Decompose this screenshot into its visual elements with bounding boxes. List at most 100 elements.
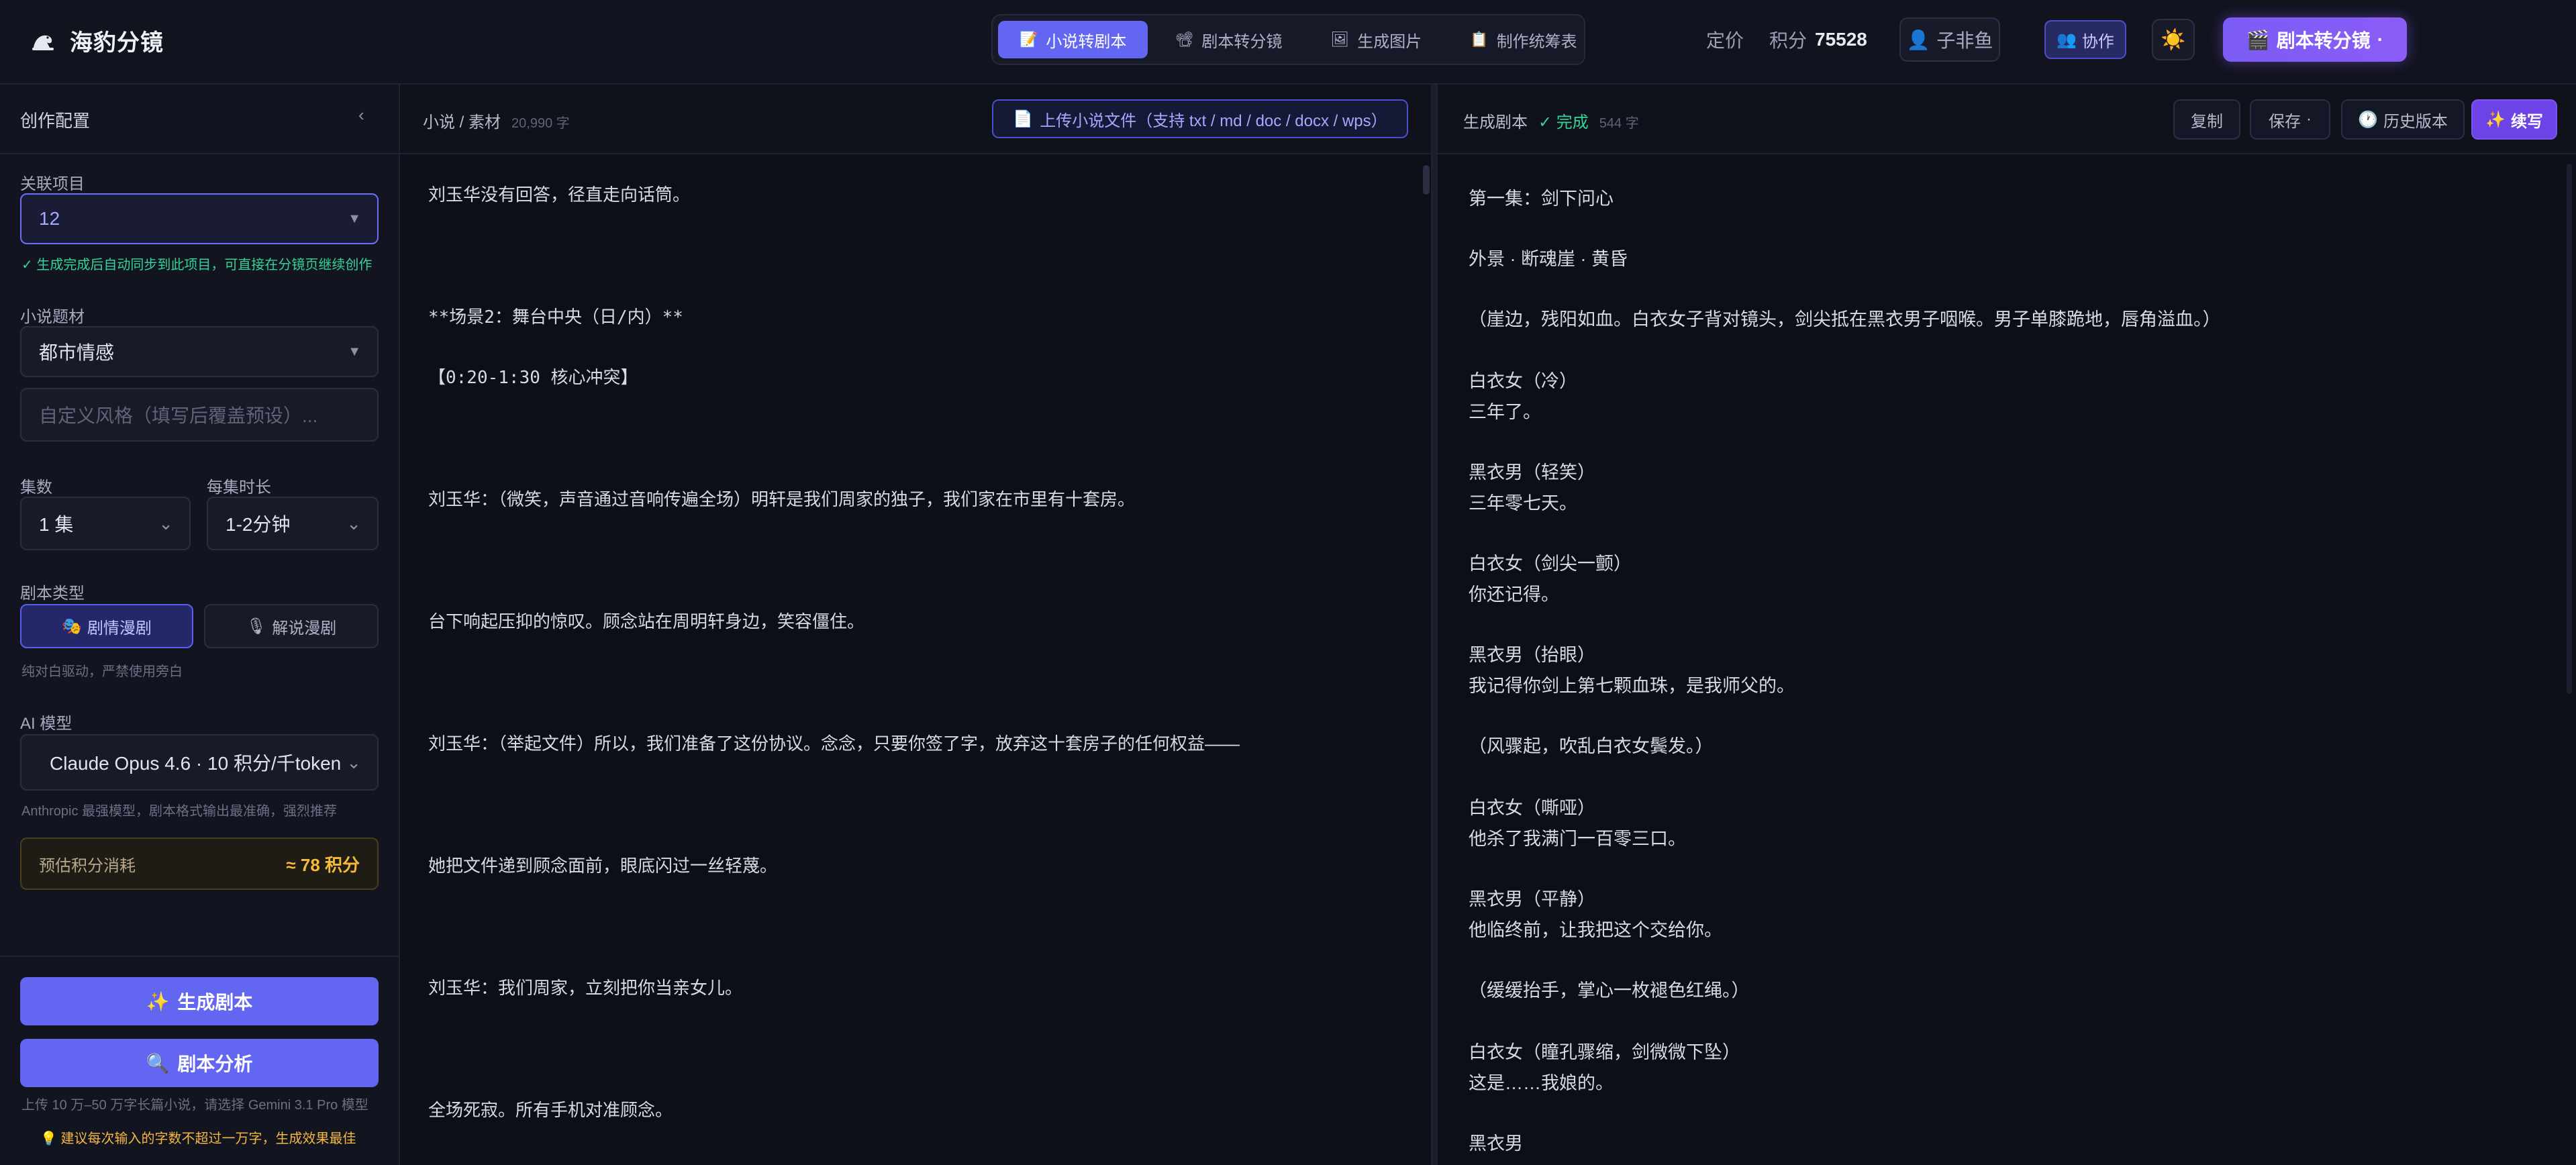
history-label: 历史版本 (2383, 112, 2448, 131)
tab-label: 制作统筹表 (1496, 32, 1577, 51)
collaborate-button[interactable]: 👥 协作 (2044, 20, 2126, 59)
source-line: 全场死寂。所有手机对准顾念。 (428, 1100, 673, 1120)
continue-writing-button[interactable]: ✨ 续写 (2471, 99, 2557, 140)
dropdown-dot-icon: · (2377, 29, 2384, 50)
script-line: 白衣女（剑尖一颤） (1469, 554, 1632, 574)
tab-script-to-storyboard[interactable]: 📽 剧本转分镜 (1153, 21, 1303, 58)
script-analysis-label: 剧本分析 (177, 1054, 253, 1074)
dropdown-dot-icon: · (2306, 110, 2312, 128)
project-select[interactable]: 12 ▼ (20, 193, 379, 244)
user-menu-button[interactable]: 👤 子非鱼 (1899, 17, 2000, 62)
script-to-storyboard-button[interactable]: 🎬 剧本转分镜 · (2223, 17, 2407, 62)
script-line: 我记得你剑上第七颗血珠，是我师父的。 (1469, 676, 1795, 696)
copy-label: 复制 (2191, 112, 2223, 131)
collapse-sidebar-icon[interactable]: ‹ (358, 105, 364, 125)
source-line: 刘玉华：（微笑，声音通过音响传遍全场）明轩是我们周家的独子，我们家在市里有十套房… (428, 489, 1136, 509)
chevron-down-icon: ⌄ (346, 513, 361, 534)
script-line: 你还记得。 (1469, 585, 1559, 605)
points-label: 积分 (1769, 30, 1807, 51)
seal-icon (30, 28, 56, 54)
generate-script-button[interactable]: ✨ 生成剧本 (20, 977, 379, 1025)
config-sidebar: 创作配置 ‹ 关联项目 12 ▼ ✓ 生成完成后自动同步到此项目，可直接在分镜页… (0, 85, 400, 1165)
genre-label: 小说题材 (20, 308, 85, 326)
generate-script-label: 生成剧本 (177, 992, 253, 1013)
source-line: 刘玉华没有回答，径直走向话筒。 (428, 185, 691, 205)
genre-value: 都市情感 (39, 342, 115, 363)
copy-button[interactable]: 复制 (2173, 99, 2240, 140)
picture-icon: 🖼 (1330, 31, 1350, 48)
model-select[interactable]: Claude Opus 4.6 · 10 积分/千token ⌄ (20, 734, 379, 791)
sidebar-header: 创作配置 ‹ (0, 85, 399, 154)
script-line: 他杀了我满门一百零三口。 (1469, 829, 1686, 849)
script-line: 黑衣男 (1469, 1133, 1523, 1154)
sidebar-title: 创作配置 (20, 111, 91, 131)
script-line: （缓缓抬手，掌心一枚褪色红绳。） (1469, 980, 1750, 1001)
people-icon: 👥 (2057, 30, 2077, 49)
history-versions-button[interactable]: 🕐 历史版本 (2341, 99, 2465, 140)
script-line: 他临终前，让我把这个交给你。 (1469, 920, 1722, 940)
continue-label: 续写 (2510, 112, 2543, 131)
points-display: 积分 75528 (1769, 17, 1867, 62)
script-type-label: 剧本类型 (20, 585, 85, 603)
script-line: 外景 · 断魂崖 · 黄昏 (1469, 249, 1628, 269)
top-bar: 海豹分镜 📝 小说转剧本 📽 剧本转分镜 🖼 生成图片 📋 制作统筹表 定价 积… (0, 0, 2576, 85)
clock-icon: 🕐 (2358, 110, 2378, 129)
upload-novel-label: 上传小说文件（支持 txt / md / doc / docx / wps） (1040, 111, 1387, 130)
source-scrollbar[interactable] (1423, 165, 1430, 195)
magnifier-icon: 🔍 (146, 1052, 170, 1074)
model-hint: Anthropic 最强模型，剧本格式输出最准确，强烈推荐 (21, 804, 338, 819)
chevron-down-icon: ⌄ (158, 513, 173, 534)
app-name: 海豹分镜 (70, 30, 164, 56)
source-word-count: 20,990 字 (511, 116, 570, 131)
brand[interactable]: 海豹分镜 (30, 24, 164, 57)
sun-icon: ☀️ (2161, 28, 2186, 51)
estimate-value: ≈ 78 积分 (286, 854, 360, 875)
episodes-value: 1 集 (39, 514, 74, 535)
source-panel: 小说 / 素材 20,990 字 📄 上传小说文件（支持 txt / md / … (400, 85, 1432, 1165)
script-line: （崖边，残阳如血。白衣女子背对镜头，剑尖抵在黑衣男子咽喉。男子单膝跪地，唇角溢血… (1469, 309, 2221, 330)
narration-comic-label: 解说漫剧 (272, 619, 337, 638)
source-line: **场景2：舞台中央（日/内）** (428, 307, 683, 327)
tab-label: 生成图片 (1357, 32, 1422, 51)
script-line: 白衣女（瞳孔骤缩，剑微微下坠） (1469, 1042, 1740, 1062)
narration-comic-option[interactable]: 🎙 解说漫剧 (204, 604, 379, 648)
script-line: （风骤起，吹乱白衣女鬓发。） (1469, 736, 1714, 756)
episodes-select[interactable]: 1 集 ⌄ (20, 497, 191, 550)
source-line: 刘玉华：（举起文件）所以，我们准备了这份协议。念念，只要你签了字，放弃这十套房子… (428, 733, 1240, 754)
tab-production-sheet[interactable]: 📋 制作统筹表 (1448, 21, 1598, 58)
main-nav-tabs: 📝 小说转剧本 📽 剧本转分镜 🖼 生成图片 📋 制作统筹表 (991, 14, 1585, 65)
output-panel: 生成剧本 ✓ 完成 544 字 复制 保存 · 🕐 历史版本 ✨ 续写 第一集：… (1436, 85, 2576, 1165)
genre-select[interactable]: 都市情感 ▼ (20, 326, 379, 377)
script-line: 三年了。 (1469, 402, 1541, 422)
document-icon: 📄 (1013, 109, 1034, 128)
script-line: 第一集：剑下问心 (1469, 189, 1614, 209)
script-line: 三年零七天。 (1469, 493, 1577, 513)
project-value: 12 (39, 208, 60, 229)
caret-down-icon: ▼ (348, 211, 361, 226)
clapperboard-icon: 🎬 (2246, 29, 2270, 50)
tab-generate-images[interactable]: 🖼 生成图片 (1309, 21, 1443, 58)
tab-novel-to-script[interactable]: 📝 小说转剧本 (998, 21, 1148, 58)
save-button[interactable]: 保存 · (2250, 99, 2330, 140)
custom-style-input[interactable]: 自定义风格（填写后覆盖预设）... (20, 388, 379, 442)
drama-comic-label: 剧情漫剧 (87, 619, 152, 638)
theater-masks-icon: 🎭 (62, 617, 82, 636)
sparkles-icon: ✨ (2485, 110, 2506, 129)
source-panel-header: 小说 / 素材 20,990 字 📄 上传小说文件（支持 txt / md / … (400, 85, 1431, 154)
script-line: 白衣女（冷） (1469, 371, 1577, 391)
episodes-label: 集数 (20, 478, 52, 497)
custom-style-placeholder: 自定义风格（填写后覆盖预设）... (39, 405, 318, 426)
theme-toggle-button[interactable]: ☀️ (2152, 19, 2195, 60)
sparkles-icon: ✨ (146, 991, 170, 1012)
pricing-link[interactable]: 定价 (1706, 17, 1744, 62)
duration-select[interactable]: 1-2分钟 ⌄ (207, 497, 379, 550)
upload-novel-button[interactable]: 📄 上传小说文件（支持 txt / md / doc / docx / wps） (992, 99, 1408, 138)
output-scrollbar[interactable] (2567, 164, 2572, 694)
project-label: 关联项目 (20, 175, 85, 193)
script-line: 白衣女（嘶哑） (1469, 798, 1595, 818)
script-analysis-button[interactable]: 🔍 剧本分析 (20, 1039, 379, 1087)
memo-icon: 📝 (1020, 31, 1038, 48)
collaborate-label: 协作 (2081, 32, 2114, 51)
drama-comic-option[interactable]: 🎭 剧情漫剧 (20, 604, 193, 648)
source-title-group: 小说 / 素材 20,990 字 (423, 109, 570, 132)
